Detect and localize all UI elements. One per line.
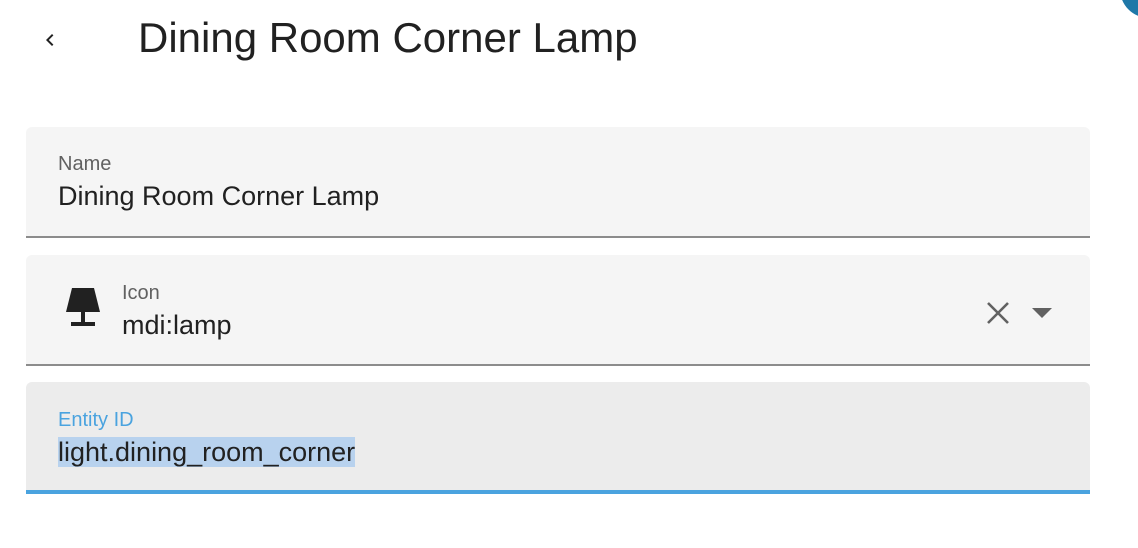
name-field-value[interactable]: Dining Room Corner Lamp [58,179,379,213]
close-icon [987,302,1009,324]
name-field[interactable]: Name Dining Room Corner Lamp [26,127,1090,238]
icon-dropdown-button[interactable] [1026,295,1058,331]
page-title: Dining Room Corner Lamp [138,14,638,61]
entity-id-field[interactable]: Entity ID light.dining_room_corner [26,382,1090,494]
icon-picker-field[interactable]: Icon mdi:lamp [26,255,1090,366]
back-button[interactable] [28,18,72,62]
lamp-icon [66,288,100,326]
dialog-header: Dining Room Corner Lamp [0,0,1100,78]
dialog-page: Dining Room Corner Lamp Name Dining Room… [0,0,1138,548]
clear-icon-button[interactable] [980,295,1016,331]
corner-accent-shape [1120,0,1138,18]
icon-field-value[interactable]: mdi:lamp [122,308,232,342]
name-field-label: Name [58,153,112,175]
entity-id-input[interactable]: light.dining_room_corner [58,435,356,469]
icon-field-label: Icon [122,282,160,304]
entity-id-field-label: Entity ID [58,409,134,431]
entity-id-selected-text[interactable]: light.dining_room_corner [58,437,356,467]
caret-down-icon [1032,308,1052,318]
chevron-left-icon [46,34,54,46]
